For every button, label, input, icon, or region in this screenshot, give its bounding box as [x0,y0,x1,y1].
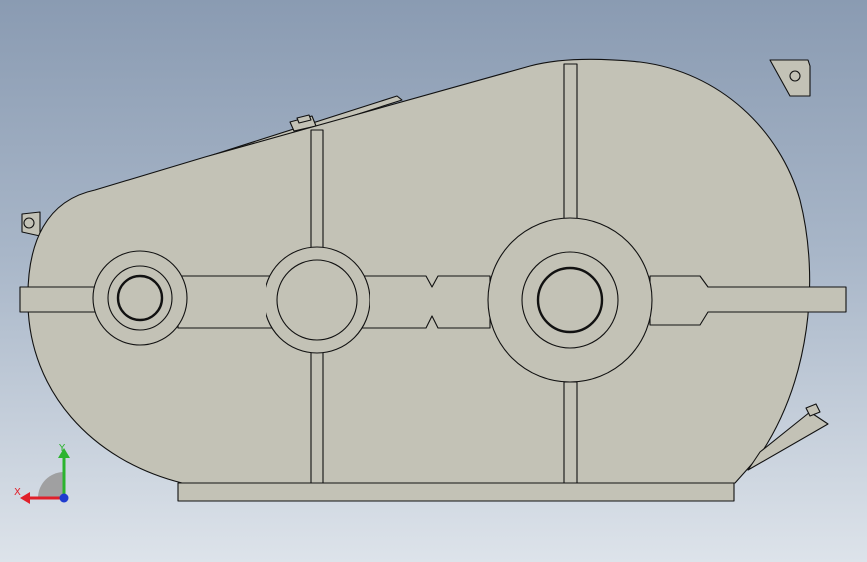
y-axis-label: Y [58,443,66,454]
rib-right-upper [563,63,578,220]
left-lug-hole [23,217,35,229]
base-plate [177,482,735,502]
rib-right-lower [563,381,578,484]
coordinate-triad-icon: Y X [14,443,70,504]
gearbox-model[interactable] [0,0,867,562]
cad-viewport[interactable]: Y X [0,0,867,562]
right-lug-hole [789,70,801,82]
bearing-boss-3-bore [536,266,604,334]
rib-left-upper [310,129,324,249]
x-axis-label: X [14,487,21,498]
bearing-boss-1-bore [116,274,164,322]
rib-left-lower [310,351,324,484]
bearing-boss-2-bore [276,259,358,341]
